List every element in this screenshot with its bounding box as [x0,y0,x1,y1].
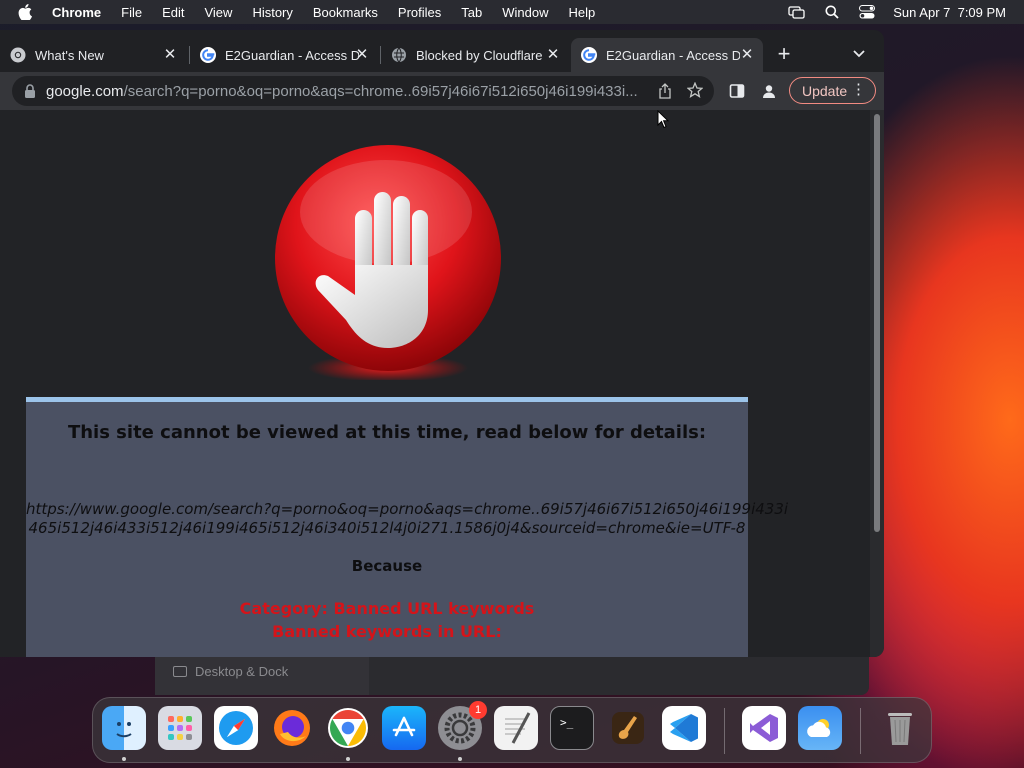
reason-category: Category: Banned URL keywords [239,599,535,618]
dock-app-store-icon[interactable] [382,706,426,750]
apple-menu-icon[interactable] [18,4,36,20]
more-menu-icon[interactable]: ⋮ [851,82,866,98]
sidebar-item-desktop-dock[interactable]: Desktop & Dock [173,664,288,679]
tab-title: E2Guardian - Access D [225,47,359,63]
menu-bookmarks[interactable]: Bookmarks [313,5,378,20]
lock-icon[interactable] [24,84,36,98]
browser-toolbar: google.com/search?q=porno&oq=porno&aqs=c… [0,72,884,110]
mouse-cursor-icon [657,110,669,129]
tab-e2guardian-1[interactable]: E2Guardian - Access D ✕ [190,38,378,72]
url-host: google.com [46,82,124,100]
tab-strip: What's New ✕ E2Guardian - Access D ✕ Blo… [0,30,884,72]
tab-cloudflare[interactable]: Blocked by Cloudflare ✕ [381,38,569,72]
control-center-icon[interactable] [858,5,875,19]
menu-history[interactable]: History [252,5,292,20]
update-label: Update [802,82,848,99]
blocked-url-line: https://www.google.com/search?q=porno&oq… [26,500,789,518]
dock-finder-icon[interactable] [102,706,146,750]
block-heading: This site cannot be viewed at this time,… [67,422,707,443]
chrome-window: What's New ✕ E2Guardian - Access D ✕ Blo… [0,30,884,657]
close-icon[interactable]: ✕ [545,47,561,63]
running-indicator [346,757,350,761]
spotlight-search-icon[interactable] [823,5,840,19]
menu-bar: Chrome File Edit View History Bookmarks … [0,0,1024,24]
dock-divider [860,708,861,754]
tab-title: E2Guardian - Access D [606,47,740,63]
dock-divider [724,708,725,754]
share-icon[interactable] [658,83,674,99]
dock-weather-icon[interactable] [798,706,842,750]
bookmark-star-icon[interactable] [686,81,704,99]
dock-terminal-icon[interactable]: >_ [550,706,594,750]
screen-mirroring-icon[interactable] [788,5,805,19]
dock-textedit-icon[interactable] [494,706,538,750]
dock-safari-icon[interactable] [214,706,258,750]
running-indicator [122,757,126,761]
menu-help[interactable]: Help [569,5,596,20]
update-chrome-button[interactable]: Update ⋮ [789,77,876,104]
because-label: Because [351,557,423,575]
dock-launchpad-icon[interactable] [158,706,202,750]
close-icon[interactable]: ✕ [162,47,178,63]
menu-profiles[interactable]: Profiles [398,5,441,20]
dock-chrome-icon[interactable] [326,706,370,750]
close-icon[interactable]: ✕ [739,47,755,63]
page-scrollbar[interactable] [870,110,884,657]
menu-file[interactable]: File [121,5,142,20]
dock-settings-icon [173,666,187,677]
menu-edit[interactable]: Edit [162,5,184,20]
address-bar[interactable]: google.com/search?q=porno&oq=porno&aqs=c… [12,76,714,106]
running-indicator [458,757,462,761]
tab-title: Blocked by Cloudflare [416,47,543,63]
google-icon [581,47,597,63]
reason-detail: Banned keywords in URL: [272,622,502,641]
blocked-url-line: 465i512j46i433i512j46i199i465i512j46i340… [28,519,746,537]
tab-whats-new[interactable]: What's New ✕ [0,38,186,72]
dock-vscode-icon[interactable] [662,706,706,750]
menubar-clock[interactable]: Sun Apr 7 7:09 PM [893,5,1006,20]
block-reason: Category: Banned URL keywords Banned key… [26,597,748,643]
page-content: This site cannot be viewed at this time,… [0,110,870,657]
dock: >_ [92,697,932,763]
new-tab-button[interactable]: + [774,43,794,65]
dock-firefox-icon[interactable] [270,706,314,750]
menu-app-name[interactable]: Chrome [52,5,101,20]
tab-search-chevron-icon[interactable] [852,46,870,62]
dock-visual-studio-icon[interactable] [742,706,786,750]
globe-icon [391,47,407,63]
dock-trash-icon[interactable] [878,706,922,750]
menu-view[interactable]: View [204,5,232,20]
dock-garageband-icon[interactable] [606,706,650,750]
chrome-icon [10,47,26,63]
blocked-url: https://www.google.com/search?q=porno&oq… [26,500,789,538]
google-icon [200,47,216,63]
notification-badge: 1 [469,701,487,719]
tab-e2guardian-active[interactable]: E2Guardian - Access D ✕ [571,38,763,72]
block-message-panel: This site cannot be viewed at this time,… [26,397,789,657]
tab-title: What's New [35,47,104,63]
scrollbar-thumb[interactable] [874,114,880,532]
sidebar-item-label: Desktop & Dock [195,664,289,679]
url-path: /search?q=porno&oq=porno&aqs=chrome..69i… [123,82,638,100]
close-icon[interactable]: ✕ [354,47,370,63]
svg-text:>_: >_ [560,716,574,729]
menu-tab[interactable]: Tab [461,5,482,20]
menu-window[interactable]: Window [502,5,548,20]
side-panel-icon[interactable] [729,83,746,100]
stop-hand-icon [275,145,501,380]
profile-avatar-icon[interactable] [761,83,778,100]
address-url[interactable]: google.com/search?q=porno&oq=porno&aqs=c… [46,83,646,100]
